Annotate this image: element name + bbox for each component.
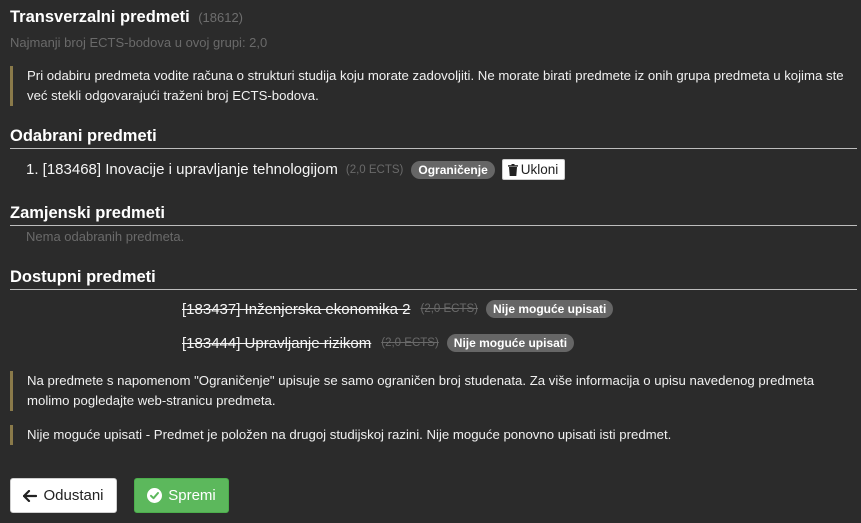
available-course-label: [183437] Inženjerska ekonomika 2	[182, 300, 411, 318]
course-ects: (2,0 ECTS)	[345, 163, 404, 176]
cancel-button[interactable]: Odustani	[10, 478, 117, 513]
no-replacement-text: Nema odabranih predmeta.	[26, 229, 185, 244]
selected-course-item: 1. [183468] Inovacije i upravljanje tehn…	[26, 159, 566, 180]
available-courses-heading: Dostupni predmeti	[10, 268, 857, 290]
cancel-button-label: Odustani	[43, 487, 104, 504]
save-button-label: Spremi	[168, 487, 216, 504]
restriction-badge: Ograničenje	[411, 160, 495, 179]
available-course-label: [183444] Upravljanje rizikom	[182, 334, 372, 352]
remove-button-label: Ukloni	[520, 162, 559, 177]
available-course-item: [183437] Inženjerska ekonomika 2 (2,0 EC…	[182, 300, 614, 318]
group-id: (18612)	[198, 10, 244, 25]
page-header: Transverzalni predmeti (18612)	[10, 8, 243, 27]
restriction-info-note: Na predmete s napomenom "Ograničenje" up…	[10, 371, 845, 411]
arrow-left-icon	[23, 489, 38, 502]
save-button[interactable]: Spremi	[134, 478, 229, 513]
selected-courses-heading: Odabrani predmeti	[10, 127, 857, 149]
trash-icon	[507, 163, 518, 176]
available-course-item: [183444] Upravljanje rizikom (2,0 ECTS) …	[182, 334, 575, 352]
page-title: Transverzalni predmeti	[10, 8, 190, 26]
remove-course-button[interactable]: Ukloni	[501, 159, 566, 180]
selection-info-note: Pri odabiru predmeta vodite računa o str…	[10, 66, 845, 106]
check-circle-icon	[147, 488, 163, 503]
cannot-enroll-info-note: Nije moguće upisati - Predmet je položen…	[10, 425, 845, 445]
min-ects-text: Najmanji broj ECTS-bodova u ovoj grupi: …	[10, 35, 268, 50]
course-ects: (2,0 ECTS)	[381, 337, 439, 349]
course-ects: (2,0 ECTS)	[420, 303, 478, 315]
cannot-enroll-badge: Nije moguće upisati	[486, 300, 614, 318]
replacement-courses-heading: Zamjenski predmeti	[10, 204, 857, 226]
cannot-enroll-badge: Nije moguće upisati	[446, 334, 575, 352]
selected-course-label: 1. [183468] Inovacije i upravljanje tehn…	[26, 161, 338, 178]
